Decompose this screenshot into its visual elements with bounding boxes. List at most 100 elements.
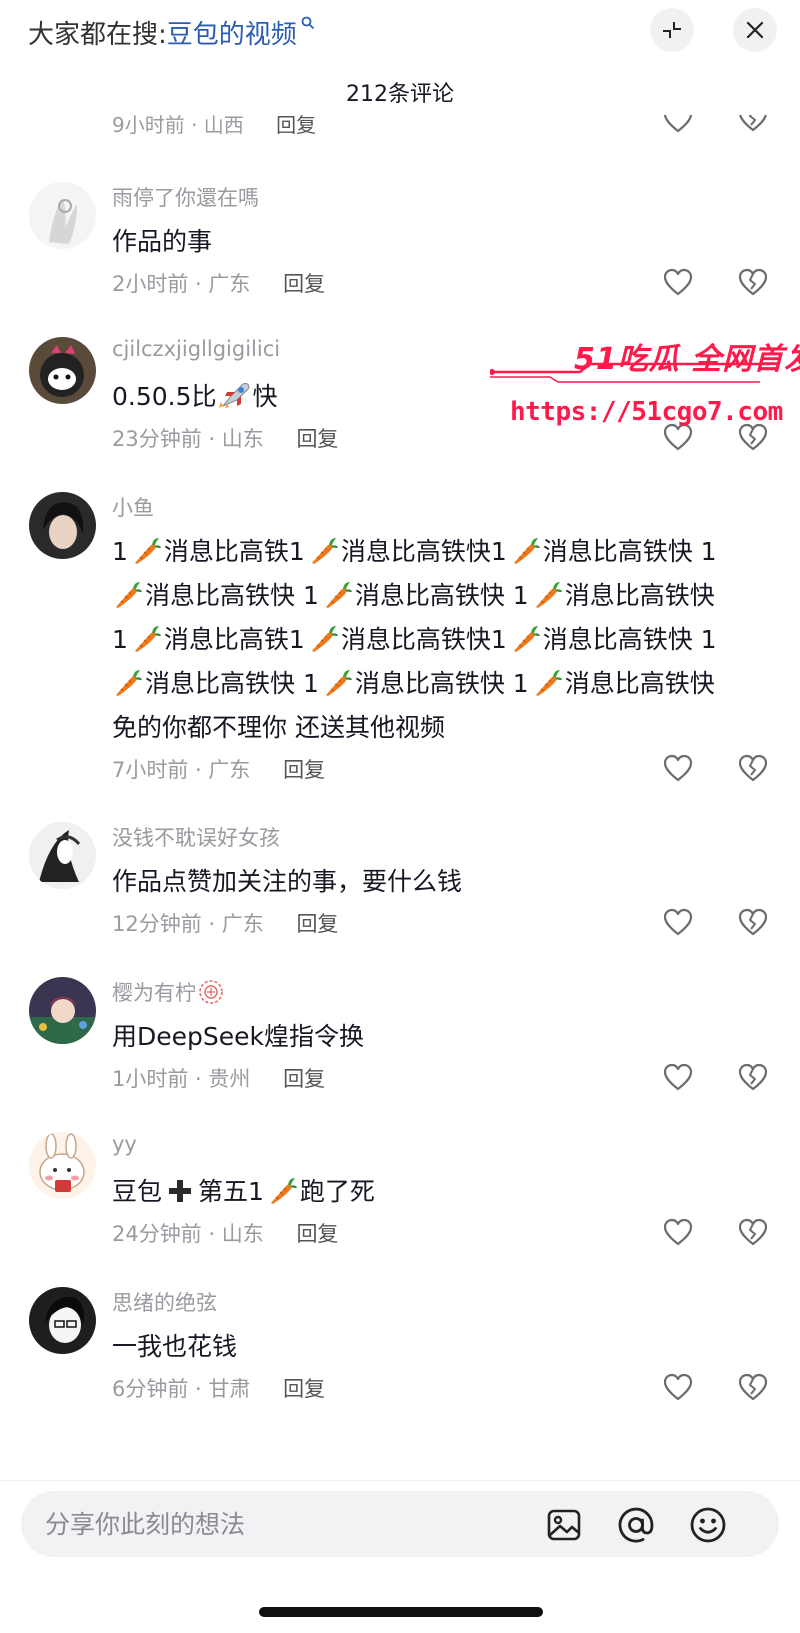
comment-text: 豆包 第五1 跑了死 (112, 1170, 762, 1214)
dislike-icon[interactable] (738, 1217, 768, 1247)
image-icon (547, 1509, 581, 1541)
carrot-emoji (325, 581, 352, 609)
comment-time-location: 12分钟前 · 广东 (112, 912, 264, 936)
reply-button[interactable]: 回复 (296, 1222, 338, 1246)
close-icon (746, 21, 764, 39)
comment-item: yy 豆包 第五1 跑了死 24分钟前 · 山东 回复 (0, 1132, 800, 1262)
image-button[interactable] (545, 1506, 583, 1544)
collapse-button[interactable] (650, 8, 694, 52)
carrot-emoji (311, 537, 338, 565)
like-icon[interactable] (663, 115, 693, 133)
comment-text-line: 1 消息比高铁1 消息比高铁快1 消息比高铁快 1 (112, 625, 717, 654)
comment-input[interactable] (45, 1503, 475, 1545)
emoji-button[interactable] (689, 1506, 727, 1544)
comment-text: 一我也花钱 (112, 1332, 238, 1361)
search-keyword[interactable]: 豆包的视频 (167, 14, 297, 51)
dislike-icon[interactable] (738, 267, 768, 297)
like-icon[interactable] (663, 268, 693, 296)
comment-text-line: 1 消息比高铁1 消息比高铁快1 消息比高铁快 1 (112, 537, 717, 566)
like-icon[interactable] (663, 1063, 693, 1091)
rocket-emoji (218, 383, 250, 408)
close-button[interactable] (733, 8, 777, 52)
comment-text: 作品点赞加关注的事，要什么钱 (112, 867, 463, 896)
comment-text-part: 快 (252, 382, 278, 411)
search-prefix: 大家都在搜: (28, 20, 167, 50)
avatar[interactable] (29, 1132, 96, 1199)
dislike-icon[interactable] (738, 753, 768, 783)
search-suggestion[interactable]: 大家都在搜: 豆包的视频 (28, 14, 315, 51)
dislike-icon[interactable] (738, 115, 768, 133)
at-mention-icon (618, 1507, 654, 1543)
comment-username[interactable]: cjilczxjigllgigilici (112, 337, 280, 361)
comment-time-location: 9小时前 · 山西 (112, 115, 244, 137)
comment-username[interactable]: 没钱不耽误好女孩 (112, 822, 280, 852)
comment-item: 樱为有柠 用DeepSeek煌指令换 1小时前 · 贵州 回复 (0, 977, 800, 1107)
comment-text: 用DeepSeek煌指令换 (112, 1022, 364, 1051)
plus-emoji (169, 1180, 192, 1202)
comment-list[interactable]: 9小时前 · 山西 回复 雨停了你還在嗎 作品的事 2小时前 · 广东 回复 c… (0, 115, 800, 1480)
comment-meta: 24分钟前 · 山东 回复 (112, 1218, 338, 1248)
comment-item: 雨停了你還在嗎 作品的事 2小时前 · 广东 回复 (0, 182, 800, 312)
comment-item: 小鱼 1 消息比高铁1 消息比高铁快1 消息比高铁快 1 消息比高铁快 1 消息比高铁快… (0, 492, 800, 792)
emoji-smile-icon (690, 1507, 726, 1543)
carrot-emoji (513, 537, 540, 565)
watermark-brand: 51吃瓜 全网首发 (574, 342, 800, 377)
carrot-emoji (513, 625, 540, 653)
carrot-emoji (535, 669, 562, 697)
like-icon[interactable] (663, 754, 693, 782)
avatar[interactable] (29, 1287, 96, 1354)
reply-button[interactable]: 回复 (296, 912, 338, 936)
reply-button[interactable]: 回复 (296, 427, 338, 451)
comment-text-line: 消息比高铁快 1 消息比高铁快 1 消息比高铁快 (112, 662, 762, 706)
flower-badge-icon (199, 980, 223, 1004)
comment-item-partial: 9小时前 · 山西 回复 (0, 115, 800, 151)
comment-count-title: 212条评论 (346, 82, 454, 107)
dislike-icon[interactable] (738, 1372, 768, 1402)
avatar[interactable] (29, 337, 96, 404)
watermark-overlay: 51吃瓜 全网首发 https://51cgo7.com (490, 334, 800, 444)
comment-username-text: 樱为有柠 (112, 981, 196, 1005)
search-icon (301, 16, 315, 34)
reply-button[interactable]: 回复 (276, 115, 316, 137)
like-icon[interactable] (663, 1373, 693, 1401)
comment-item: 思绪的绝弦 一我也花钱 6分钟前 · 甘肃 回复 (0, 1287, 800, 1417)
comment-time-location: 24分钟前 · 山东 (112, 1222, 264, 1246)
carrot-emoji (134, 625, 161, 653)
comment-item: 没钱不耽误好女孩 作品点赞加关注的事，要什么钱 12分钟前 · 广东 回复 (0, 822, 800, 952)
comment-username[interactable]: 樱为有柠 (112, 977, 224, 1007)
avatar[interactable] (29, 822, 96, 889)
like-icon[interactable] (663, 908, 693, 936)
carrot-emoji (115, 581, 142, 609)
reply-button[interactable]: 回复 (283, 272, 325, 296)
avatar[interactable] (29, 182, 96, 249)
comment-text-part: 跑了死 (299, 1177, 375, 1206)
mention-button[interactable] (617, 1506, 655, 1544)
comment-meta: 12分钟前 · 广东 回复 (112, 908, 338, 938)
carrot-emoji (115, 669, 142, 697)
reply-button[interactable]: 回复 (283, 1377, 325, 1401)
comment-time-location: 23分钟前 · 山东 (112, 427, 264, 451)
like-icon[interactable] (663, 1218, 693, 1246)
comment-time-location: 6分钟前 · 甘肃 (112, 1377, 251, 1401)
comment-username[interactable]: yy (112, 1132, 137, 1156)
comment-meta: 1小时前 · 贵州 回复 (112, 1063, 325, 1093)
dislike-icon[interactable] (738, 907, 768, 937)
avatar[interactable] (29, 492, 96, 559)
comment-time-location: 1小时前 · 贵州 (112, 1067, 251, 1091)
comment-username[interactable]: 雨停了你還在嗎 (112, 182, 259, 212)
comment-composer (21, 1491, 779, 1557)
home-indicator[interactable] (259, 1607, 543, 1617)
reply-button[interactable]: 回复 (283, 1067, 325, 1091)
comment-text-part: 0.50.5比 (112, 382, 217, 411)
dislike-icon[interactable] (738, 1062, 768, 1092)
carrot-emoji (325, 669, 352, 697)
top-bar: 大家都在搜: 豆包的视频 (0, 0, 800, 70)
avatar[interactable] (29, 977, 96, 1044)
comment-meta: 2小时前 · 广东 回复 (112, 268, 325, 298)
comment-username[interactable]: 小鱼 (112, 492, 154, 522)
comment-username[interactable]: 思绪的绝弦 (112, 1287, 217, 1317)
comment-time-location: 2小时前 · 广东 (112, 272, 251, 296)
comment-text-part: 豆包 (112, 1177, 163, 1206)
carrot-emoji (311, 625, 338, 653)
reply-button[interactable]: 回复 (283, 758, 325, 782)
